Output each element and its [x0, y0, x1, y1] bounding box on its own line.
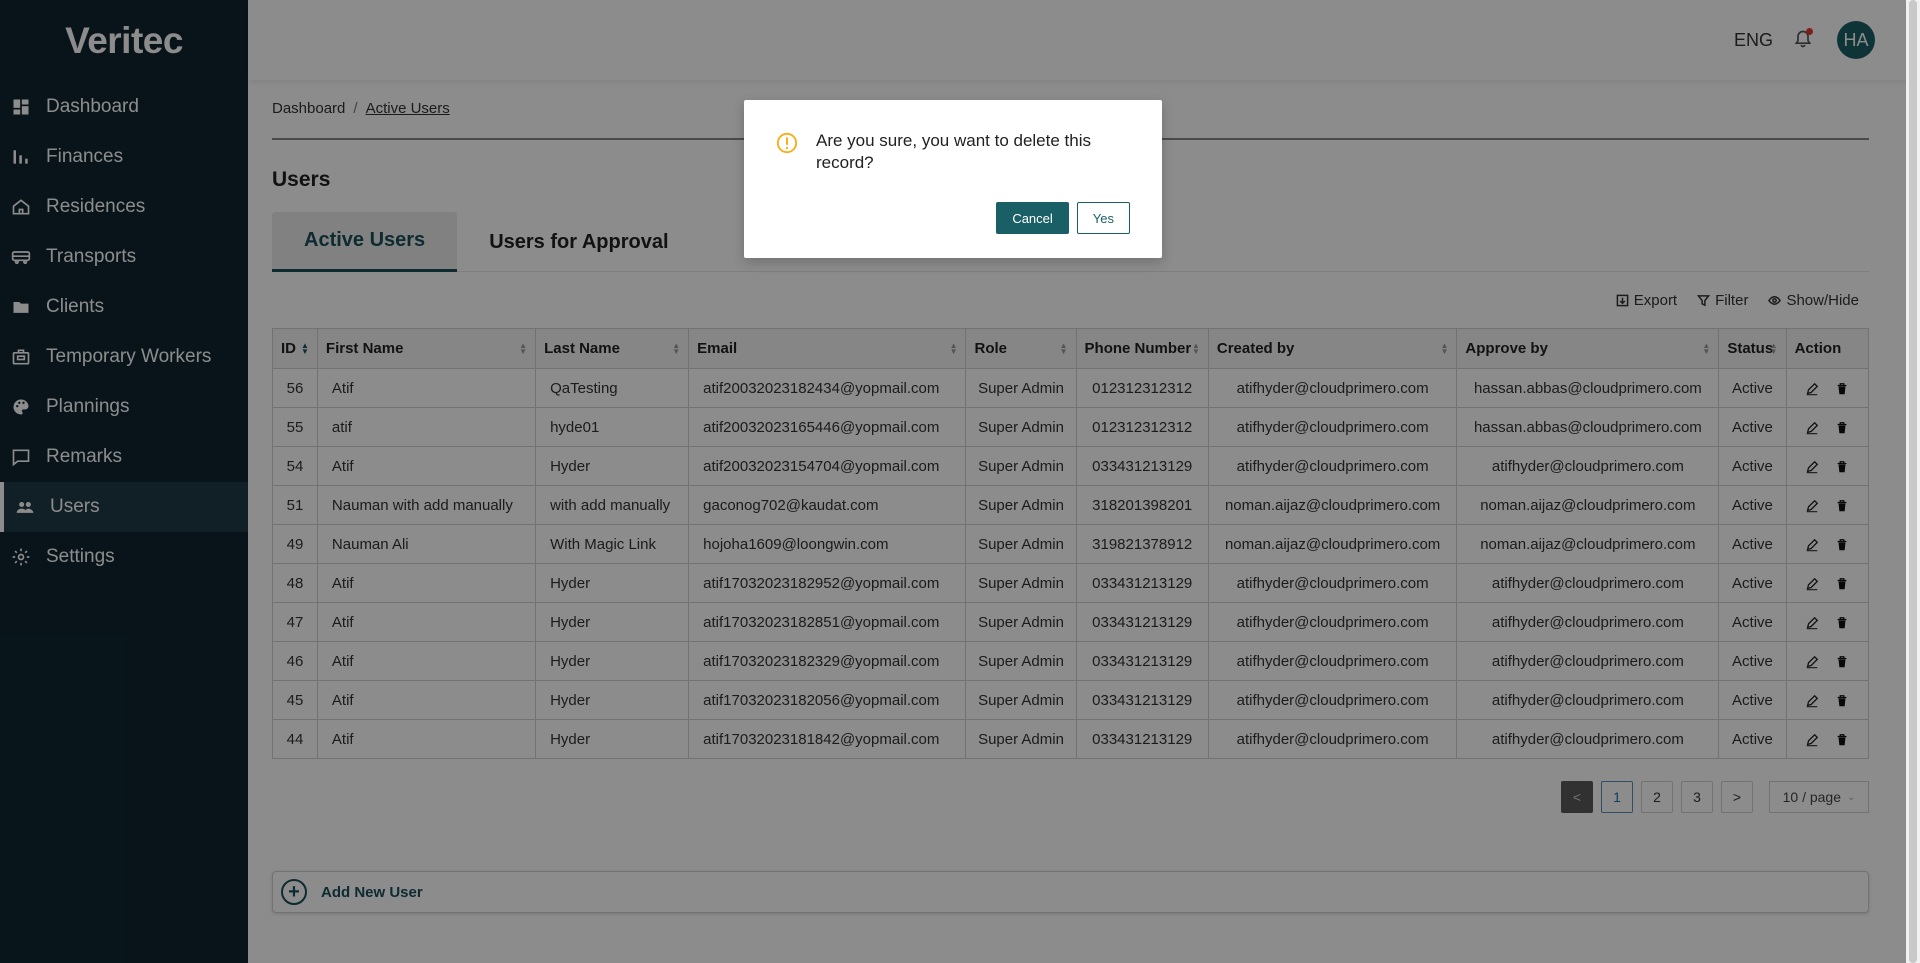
yes-button[interactable]: Yes — [1076, 202, 1130, 234]
dialog-buttons: Cancel Yes — [996, 202, 1130, 234]
dialog-message: Are you sure, you want to delete this re… — [816, 131, 1091, 172]
scrollbar-thumb[interactable] — [1909, 0, 1917, 963]
delete-confirm-dialog: Are you sure, you want to delete this re… — [744, 100, 1162, 258]
warning-icon — [776, 132, 798, 154]
page-scrollbar[interactable] — [1906, 0, 1920, 963]
cancel-button[interactable]: Cancel — [996, 202, 1069, 234]
